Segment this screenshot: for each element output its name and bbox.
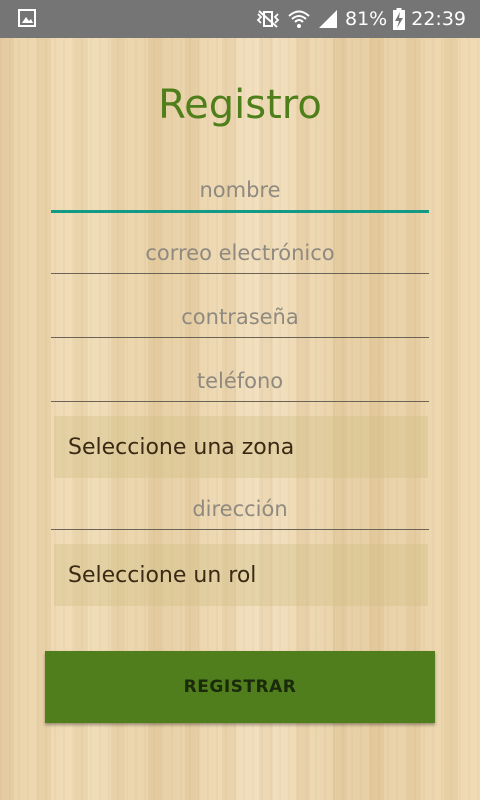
register-button-label: REGISTRAR: [183, 677, 297, 697]
battery-charging-icon: [393, 8, 406, 30]
email-field[interactable]: correo electrónico: [51, 233, 429, 274]
role-select-label: Seleccione un rol: [68, 562, 257, 588]
clock: 22:39: [411, 8, 466, 30]
gallery-icon: [18, 9, 36, 27]
address-field[interactable]: dirección: [51, 489, 429, 530]
zone-select[interactable]: Seleccione una zona: [54, 416, 428, 478]
vibrate-icon: [256, 10, 280, 28]
name-field[interactable]: nombre: [51, 170, 429, 213]
register-button[interactable]: REGISTRAR: [45, 651, 435, 723]
page-title: Registro: [158, 82, 322, 128]
signal-icon: [319, 10, 337, 28]
password-field[interactable]: contraseña: [51, 297, 429, 338]
wifi-icon: [288, 10, 310, 28]
phone-field[interactable]: teléfono: [51, 361, 429, 402]
status-bar: 81% 22:39: [0, 0, 480, 38]
battery-percentage: 81%: [345, 8, 388, 30]
role-select[interactable]: Seleccione un rol: [54, 544, 428, 606]
zone-select-label: Seleccione una zona: [68, 434, 295, 460]
